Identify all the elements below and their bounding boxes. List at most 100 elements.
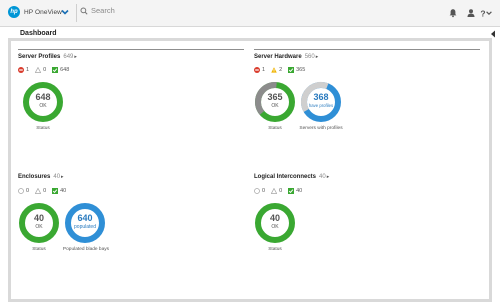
warning-count: 0 <box>279 188 283 194</box>
status-warning[interactable]: 0 <box>35 188 46 194</box>
donut-caption: Status <box>36 126 50 131</box>
ok-count: 648 <box>60 67 70 73</box>
chevron-down-icon[interactable] <box>485 9 493 17</box>
card-title-link[interactable]: Server Hardware 560▸ <box>254 54 318 60</box>
card-title[interactable]: Server Profiles <box>18 54 60 60</box>
hp-logo-icon: hp <box>8 6 20 18</box>
donut-value: 40 <box>33 213 44 223</box>
donut-caption: Status <box>268 247 282 252</box>
warning-icon <box>271 67 277 73</box>
status-summary: 1 2 365 <box>254 67 311 73</box>
top-bar: hp HP OneView Search ? <box>0 0 500 27</box>
status-ok[interactable]: 40 <box>52 188 66 194</box>
donut-chart <box>255 81 295 122</box>
status-donut[interactable]: 40 OK <box>18 202 60 244</box>
donut-chart <box>255 203 295 243</box>
app-logo[interactable]: hp HP OneView <box>8 6 62 18</box>
disabled-icon <box>254 188 260 194</box>
ok-count: 40 <box>60 188 67 194</box>
status-critical[interactable]: 1 <box>254 67 265 73</box>
donut-chart <box>301 82 341 122</box>
status-donut[interactable]: 40 OK <box>254 202 296 244</box>
caret-right-icon: ▸ <box>326 174 330 180</box>
card-title-link[interactable]: Enclosures 40▸ <box>18 174 64 180</box>
ok-check-icon <box>52 188 59 194</box>
bell-icon[interactable] <box>448 8 458 18</box>
bays-donut[interactable]: 640 populated <box>64 202 106 244</box>
status-ok[interactable]: 40 <box>288 188 302 194</box>
warning-icon <box>35 67 42 73</box>
disabled-count: 0 <box>26 188 30 194</box>
page-title: Dashboard <box>20 30 57 37</box>
dashboard-panel <box>8 38 492 302</box>
donut-sublabel: OK <box>35 224 43 230</box>
donut-chart <box>19 203 59 243</box>
card-count: 40 <box>53 174 61 180</box>
card-title-link[interactable]: Server Profiles 649▸ <box>18 54 77 60</box>
caret-right-icon: ▸ <box>74 54 77 60</box>
card-title[interactable]: Server Hardware <box>254 54 302 60</box>
app-name: HP OneView <box>24 8 62 16</box>
critical-icon <box>254 67 260 73</box>
card-title[interactable]: Enclosures <box>18 174 50 180</box>
search-input[interactable]: Search <box>91 6 115 15</box>
status-warning[interactable]: 0 <box>35 67 46 73</box>
donut-sublabel: populated <box>74 224 96 230</box>
warning-count: 0 <box>43 188 47 194</box>
status-warning[interactable]: 0 <box>271 188 282 194</box>
donut-chart <box>23 82 63 122</box>
profiles-donut[interactable]: 368 have profiles <box>300 81 342 123</box>
status-disabled[interactable]: 0 <box>18 188 29 194</box>
donut-caption: Populated blade bays <box>62 247 110 252</box>
card-divider <box>254 49 480 50</box>
card-title-link[interactable]: Logical Interconnects 40▸ <box>254 174 329 180</box>
user-icon[interactable] <box>466 8 476 18</box>
status-critical[interactable]: 1 <box>18 67 29 73</box>
donut-caption: Status <box>268 126 282 131</box>
status-warning[interactable]: 2 <box>271 67 282 73</box>
warning-count: 0 <box>43 67 47 73</box>
card-count: 560 <box>304 54 315 60</box>
warning-count: 2 <box>279 67 283 73</box>
ok-check-icon <box>52 67 59 73</box>
donut-value: 640 <box>77 213 93 223</box>
card-divider <box>18 49 244 50</box>
divider <box>76 4 77 22</box>
status-disabled[interactable]: 0 <box>254 188 265 194</box>
search-icon <box>80 6 88 15</box>
collapse-arrow-icon[interactable] <box>490 30 496 38</box>
status-donut[interactable]: 365 OK <box>254 81 296 123</box>
caret-right-icon: ▸ <box>61 174 64 180</box>
critical-count: 1 <box>26 67 30 73</box>
donut-sublabel: have profiles <box>308 103 334 108</box>
card-count: 649 <box>63 54 74 60</box>
donut-value: 648 <box>35 92 51 102</box>
ok-check-icon <box>288 67 295 73</box>
status-ok[interactable]: 648 <box>52 67 69 73</box>
search-box[interactable]: Search <box>80 6 115 15</box>
donut-sublabel: OK <box>39 103 47 109</box>
warning-icon <box>35 188 42 194</box>
donut-sublabel: OK <box>271 103 279 109</box>
status-ok[interactable]: 365 <box>288 67 305 73</box>
ok-check-icon <box>288 188 295 194</box>
critical-icon <box>18 67 24 73</box>
donut-caption: Status <box>32 247 46 252</box>
disabled-icon <box>18 188 24 194</box>
card-count: 40 <box>319 174 326 180</box>
status-summary: 0 0 40 <box>254 188 308 194</box>
donut-caption: Servers with profiles <box>299 126 343 131</box>
chevron-down-icon[interactable] <box>60 7 70 17</box>
card-title[interactable]: Logical Interconnects <box>254 174 316 180</box>
donut-sublabel: OK <box>271 224 279 230</box>
donut-value: 368 <box>313 92 329 102</box>
app-window: hp HP OneView Search ? Dashboard Server … <box>0 0 500 305</box>
ok-count: 40 <box>296 188 303 194</box>
status-summary: 0 0 40 <box>18 188 72 194</box>
disabled-count: 0 <box>262 188 266 194</box>
caret-right-icon: ▸ <box>315 54 319 60</box>
donut-chart <box>65 203 105 243</box>
critical-count: 1 <box>262 67 266 73</box>
ok-count: 365 <box>296 67 306 73</box>
status-donut[interactable]: 648 OK <box>22 81 64 123</box>
